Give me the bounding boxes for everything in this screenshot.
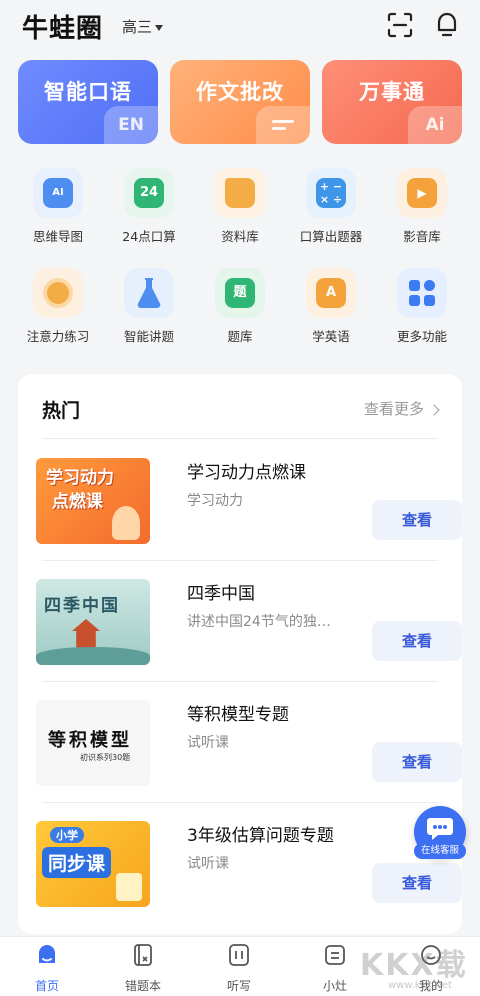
divider (42, 560, 438, 561)
nav-label: 听写 (226, 979, 251, 993)
course-item[interactable]: 学习动力 点燃课 学习动力点燃课 学习动力 查看 (36, 458, 462, 554)
en-badge: EN (104, 106, 158, 144)
tool-label: 影音库 (403, 229, 441, 244)
scan-icon[interactable] (386, 11, 414, 39)
watermark: KKX载 (360, 948, 468, 983)
tool-media[interactable]: ▶ 影音库 (382, 168, 462, 245)
hot-section: 热门 查看更多 学习动力 点燃课 学习动力点燃课 学习动力 查看 四季中国 四季… (18, 374, 462, 934)
mistake-book-icon (134, 944, 152, 966)
course-subtitle: 试听课 (187, 856, 229, 872)
24-points-icon: 24 (124, 168, 174, 218)
divider (42, 802, 438, 803)
course-item[interactable]: 等积模型 初识系列30题 等积模型专题 试听课 查看 (36, 700, 462, 796)
english-icon: A (306, 268, 356, 318)
nav-label: 错题本 (124, 979, 161, 993)
tool-library[interactable]: 资料库 (200, 168, 280, 245)
tool-label: 学英语 (312, 329, 350, 344)
view-more-label: 查看更多 (363, 400, 424, 418)
tool-attention[interactable]: 注意力练习 (18, 268, 98, 345)
view-more-link[interactable]: 查看更多 (363, 398, 440, 419)
nav-mistakes[interactable]: 错题本 (108, 943, 178, 994)
nav-home[interactable]: 首页 (12, 943, 82, 994)
tool-24points[interactable]: 24 24点口算 (109, 168, 189, 245)
course-subtitle: 讲述中国24节气的独… (187, 614, 331, 630)
ai-badge: Ai (408, 106, 462, 144)
course-thumbnail: 学习动力 点燃课 (36, 458, 150, 544)
feature-essay-label: 作文批改 (196, 80, 284, 104)
feature-speaking-label: 智能口语 (44, 80, 132, 104)
chevron-right-icon (428, 403, 440, 416)
chat-icon (427, 818, 453, 840)
folder-icon (215, 168, 265, 218)
app-title: 牛蛙圈 (22, 14, 104, 44)
mindmap-icon: AI (33, 168, 83, 218)
divider (42, 438, 438, 439)
section-title: 热门 (42, 400, 81, 422)
tool-label: 口算出题器 (299, 229, 363, 244)
course-thumbnail: 四季中国 (36, 579, 150, 665)
feature-speaking[interactable]: 智能口语 EN (18, 60, 158, 144)
video-icon: ▶ (397, 168, 447, 218)
watermark-url: www.kkx.net (388, 980, 452, 991)
course-item[interactable]: 小学 同步课 3年级估算问题专题 试听课 查看 (36, 821, 462, 917)
course-title: 3年级估算问题专题 (187, 826, 334, 846)
tool-smart-explain[interactable]: 智能讲题 (109, 268, 189, 345)
view-button[interactable]: 查看 (372, 500, 462, 540)
nav-label: 首页 (34, 979, 59, 993)
question-bank-icon: 题 (215, 268, 265, 318)
bell-icon[interactable] (433, 11, 461, 39)
dictation-icon (229, 944, 249, 966)
nav-dictation[interactable]: 听写 (204, 943, 274, 994)
course-title: 等积模型专题 (187, 705, 289, 725)
tool-label: 题库 (227, 329, 253, 344)
flask-icon (124, 268, 174, 318)
tool-label: 更多功能 (396, 329, 447, 344)
feature-essay[interactable]: 作文批改 (170, 60, 310, 144)
tutoring-icon (325, 945, 345, 965)
tool-label: 注意力练习 (26, 329, 90, 344)
feature-ask-label: 万事通 (359, 80, 425, 104)
tool-calc-generator[interactable]: + − × ÷ 口算出题器 (291, 168, 371, 245)
lines-icon (256, 106, 310, 144)
course-title: 四季中国 (187, 584, 255, 604)
tool-label: 24点口算 (122, 229, 176, 244)
home-icon (39, 945, 55, 963)
tool-mindmap[interactable]: AI 思维导图 (18, 168, 98, 245)
course-subtitle: 学习动力 (187, 493, 243, 509)
target-icon (33, 268, 83, 318)
course-thumbnail: 小学 同步课 (36, 821, 150, 907)
header: 牛蛙圈 高三 (0, 0, 480, 52)
tool-label: 思维导图 (32, 229, 83, 244)
more-apps-icon (397, 268, 447, 318)
tool-english[interactable]: A 学英语 (291, 268, 371, 345)
grade-label: 高三 (122, 18, 153, 36)
calculator-icon: + − × ÷ (306, 168, 356, 218)
tool-question-bank[interactable]: 题 题库 (200, 268, 280, 345)
divider (42, 681, 438, 682)
course-subtitle: 试听课 (187, 735, 229, 751)
view-button[interactable]: 查看 (372, 742, 462, 782)
online-service-label[interactable]: 在线客服 (414, 843, 466, 859)
feature-ask[interactable]: 万事通 Ai (322, 60, 462, 144)
course-thumbnail: 等积模型 初识系列30题 (36, 700, 150, 786)
course-title: 学习动力点燃课 (187, 463, 306, 483)
course-item[interactable]: 四季中国 四季中国 讲述中国24节气的独… 查看 (36, 579, 462, 675)
caret-down-icon (155, 24, 164, 31)
grade-selector[interactable]: 高三 (122, 16, 164, 37)
tool-label: 资料库 (221, 229, 259, 244)
tool-label: 智能讲题 (123, 329, 174, 344)
tool-more[interactable]: 更多功能 (382, 268, 462, 345)
view-button[interactable]: 查看 (372, 863, 462, 903)
view-button[interactable]: 查看 (372, 621, 462, 661)
